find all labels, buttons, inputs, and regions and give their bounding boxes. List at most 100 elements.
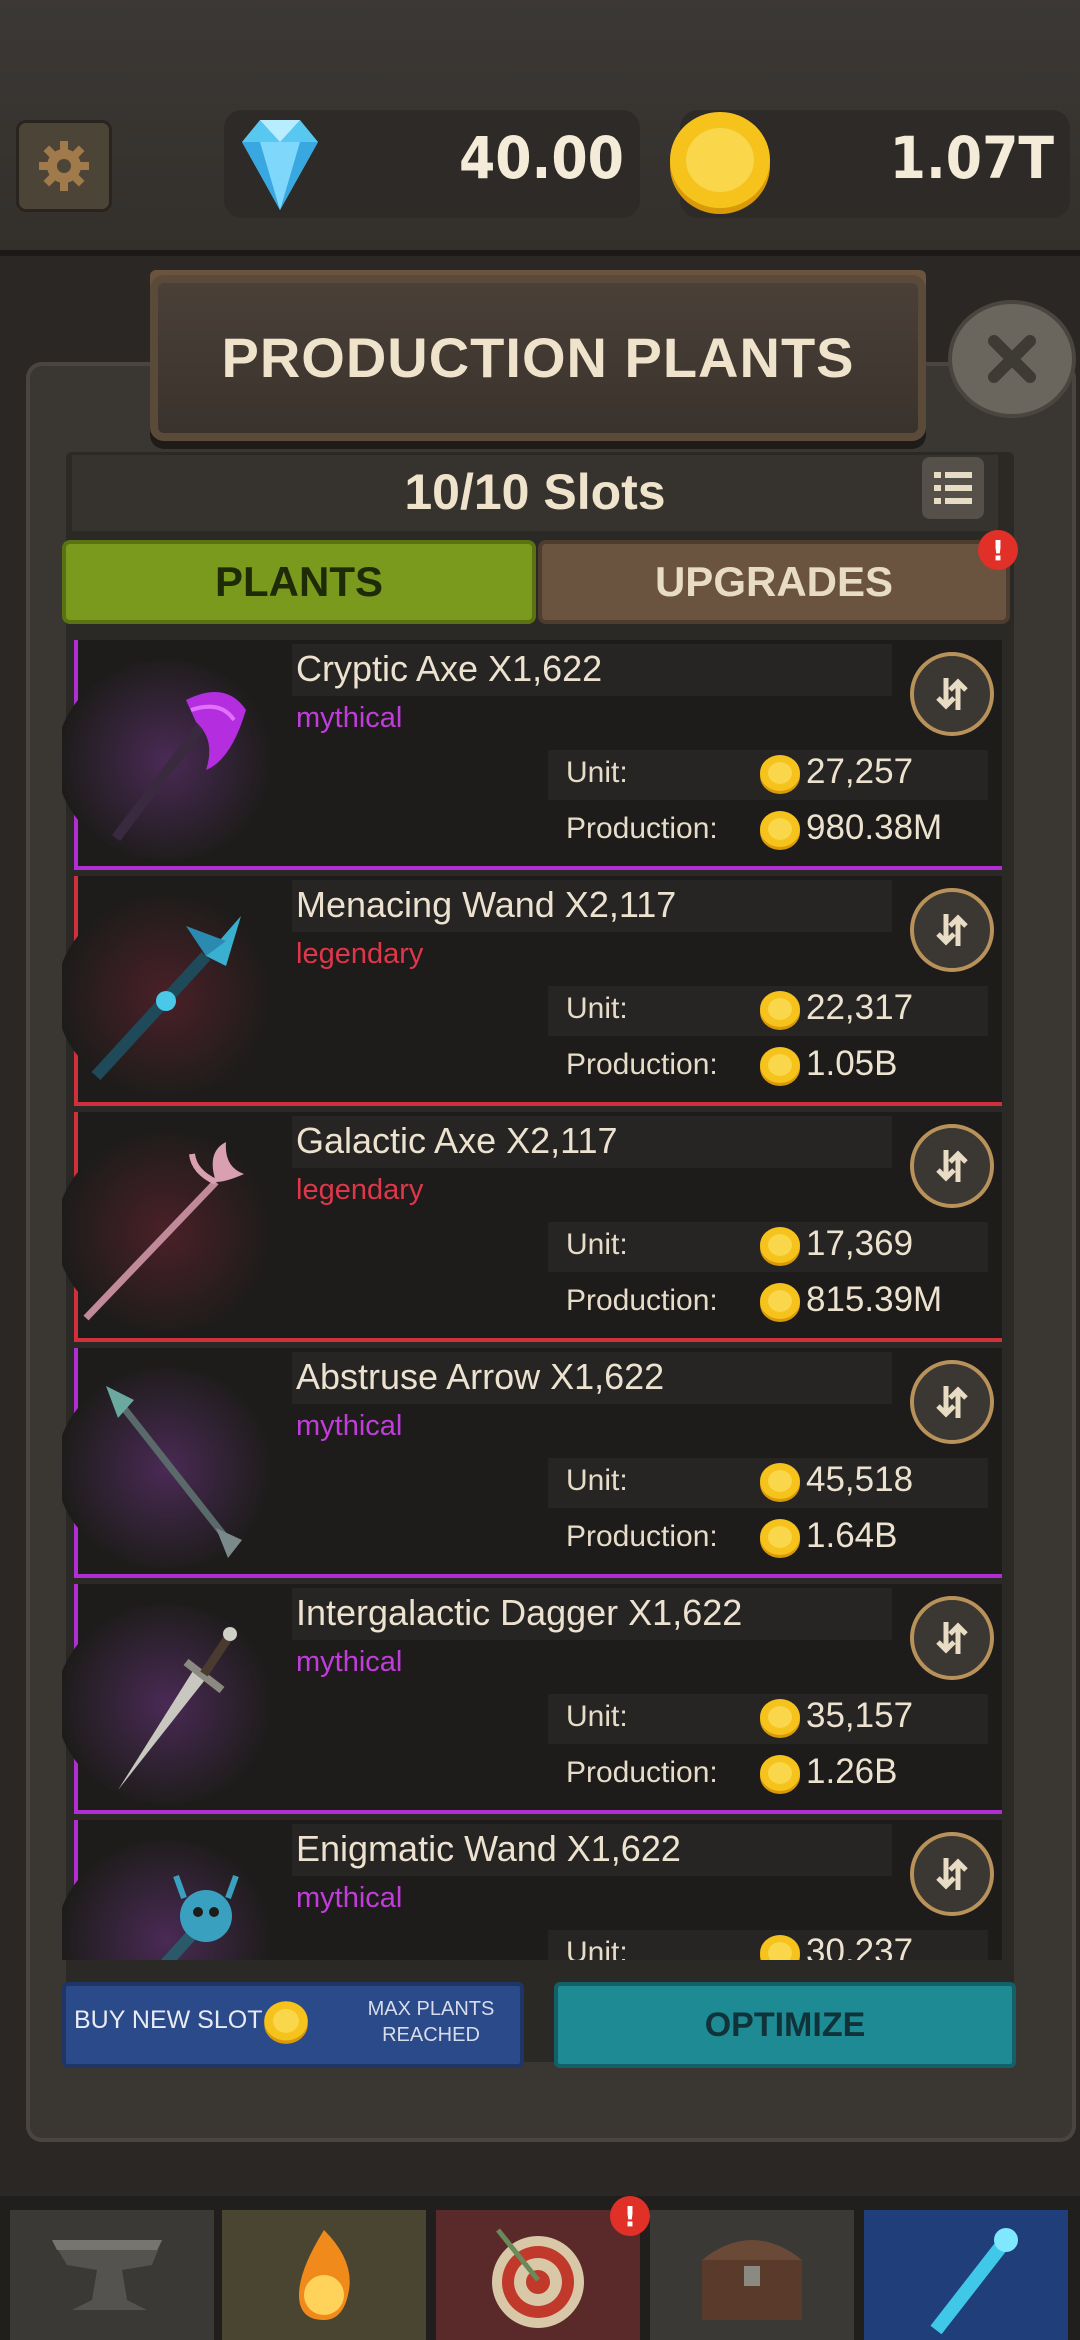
list-item[interactable]: Abstruse Arrow X1,622 mythical Unit: 45,… [62, 1348, 1002, 1578]
nav-tab-target[interactable] [436, 2210, 640, 2340]
item-image [62, 1840, 276, 1960]
arrow-icon [106, 1386, 242, 1558]
target-alert-badge: ! [610, 2196, 650, 2236]
swap-button[interactable] [910, 1360, 994, 1444]
target-icon [492, 2228, 584, 2328]
swap-icon [936, 914, 968, 946]
rarity-label: mythical [296, 1882, 403, 1914]
dagger-icon [118, 1627, 237, 1790]
unit-value: 45,518 [806, 1460, 914, 1499]
coin-icon [760, 1699, 800, 1738]
production-label: Production: [566, 1048, 718, 1081]
page-title: PRODUCTION PLANTS [221, 326, 855, 389]
production-value: 980.38M [806, 808, 943, 847]
list-view-button[interactable] [922, 457, 984, 519]
coin-icon [760, 991, 800, 1030]
unit-label: Unit: [566, 1700, 628, 1733]
coin-icon [760, 1755, 800, 1794]
production-value: 815.39M [806, 1280, 943, 1319]
coin-icon [760, 1047, 800, 1086]
unit-label: Unit: [566, 992, 628, 1025]
wand-icon [930, 2228, 1018, 2335]
close-button[interactable] [948, 300, 1076, 418]
swap-button[interactable] [910, 1832, 994, 1916]
unit-label: Unit: [566, 1464, 628, 1497]
swap-button[interactable] [910, 1124, 994, 1208]
coin-icon [760, 811, 800, 850]
wand-icon [91, 916, 241, 1081]
anvil-icon [52, 2240, 162, 2310]
unit-value: 17,369 [806, 1224, 914, 1263]
gem-value: 40.00 [458, 124, 624, 192]
optimize-button[interactable]: OPTIMIZE [554, 1982, 1016, 2068]
list-icon [934, 472, 972, 504]
swap-icon [936, 1622, 968, 1654]
list-item[interactable]: Cryptic Axe X1,622 mythical Unit: 27,257… [62, 640, 1002, 870]
gear-icon [39, 141, 89, 191]
production-label: Production: [566, 1756, 718, 1789]
item-image [62, 660, 276, 860]
rarity-label: legendary [296, 938, 424, 970]
production-value: 1.64B [806, 1516, 898, 1555]
unit-value: 27,257 [806, 752, 914, 791]
unit-label: Unit: [566, 756, 628, 789]
rarity-label: mythical [296, 1410, 403, 1442]
unit-value: 35,157 [806, 1696, 914, 1735]
swap-icon [936, 678, 968, 710]
rarity-label: mythical [296, 1646, 403, 1678]
swap-icon [936, 1386, 968, 1418]
swap-button[interactable] [910, 652, 994, 736]
diamond-icon [242, 120, 318, 210]
list-item[interactable]: Menacing Wand X2,117 legendary Unit: 22,… [62, 876, 1002, 1106]
swap-button[interactable] [910, 1596, 994, 1680]
swap-icon [936, 1858, 968, 1890]
item-name: Cryptic Axe X1,622 [296, 648, 603, 689]
item-name: Menacing Wand X2,117 [296, 884, 677, 925]
top-bar: 40.00 1.07T [0, 0, 1080, 256]
chest-icon [702, 2240, 802, 2320]
item-image [62, 1368, 276, 1568]
settings-button[interactable] [16, 120, 112, 212]
slots-bar: 10/10 Slots [72, 455, 998, 531]
list-item[interactable]: Intergalactic Dagger X1,622 mythical Uni… [62, 1584, 1002, 1814]
buy-new-slot-button[interactable]: BUY NEW SLOT MAX PLANTS REACHED [62, 1982, 524, 2068]
slots-count: 10/10 Slots [404, 464, 666, 520]
buy-new-slot-label: BUY NEW SLOT [74, 2006, 263, 2034]
tab-plants[interactable]: PLANTS [62, 540, 536, 624]
coin-icon [760, 1283, 800, 1322]
nav-tab-chest[interactable] [650, 2210, 854, 2340]
item-name: Galactic Axe X2,117 [296, 1120, 618, 1161]
production-label: Production: [566, 812, 718, 845]
unit-label: Unit: [566, 1228, 628, 1261]
unit-label: Unit: [566, 1936, 628, 1960]
coin-icon [760, 1463, 800, 1502]
axe-icon [83, 1142, 244, 1321]
coin-icon [670, 112, 770, 214]
coin-value: 1.07T [889, 124, 1054, 192]
list-item[interactable]: Galactic Axe X2,117 legendary Unit: 17,3… [62, 1112, 1002, 1342]
item-image [62, 1604, 276, 1804]
tab-upgrades[interactable]: UPGRADES [538, 540, 1010, 624]
coin-counter[interactable]: 1.07T [670, 110, 1070, 218]
list-item[interactable]: Enigmatic Wand X1,622 mythical Unit: 30,… [62, 1820, 1002, 1960]
item-name: Abstruse Arrow X1,622 [296, 1356, 665, 1397]
bottom-nav [0, 2196, 1080, 2340]
rarity-label: legendary [296, 1174, 424, 1206]
swap-button[interactable] [910, 888, 994, 972]
unit-value: 30,237 [806, 1932, 914, 1960]
coin-icon [760, 1519, 800, 1558]
close-icon [988, 335, 1036, 383]
title-banner: PRODUCTION PLANTS [150, 275, 926, 441]
item-image [62, 896, 276, 1096]
gem-counter[interactable]: 40.00 [224, 110, 640, 218]
nav-tab-wand[interactable] [864, 2210, 1068, 2340]
nav-tab-forge[interactable] [10, 2210, 214, 2340]
coin-icon [760, 755, 800, 794]
plants-list[interactable]: Cryptic Axe X1,622 mythical Unit: 27,257… [62, 640, 1010, 1960]
item-name: Intergalactic Dagger X1,622 [296, 1592, 743, 1633]
coin-icon [760, 1935, 800, 1960]
production-value: 1.26B [806, 1752, 898, 1791]
nav-tab-fire[interactable] [222, 2210, 426, 2340]
axe-icon [112, 692, 246, 842]
production-label: Production: [566, 1284, 718, 1317]
